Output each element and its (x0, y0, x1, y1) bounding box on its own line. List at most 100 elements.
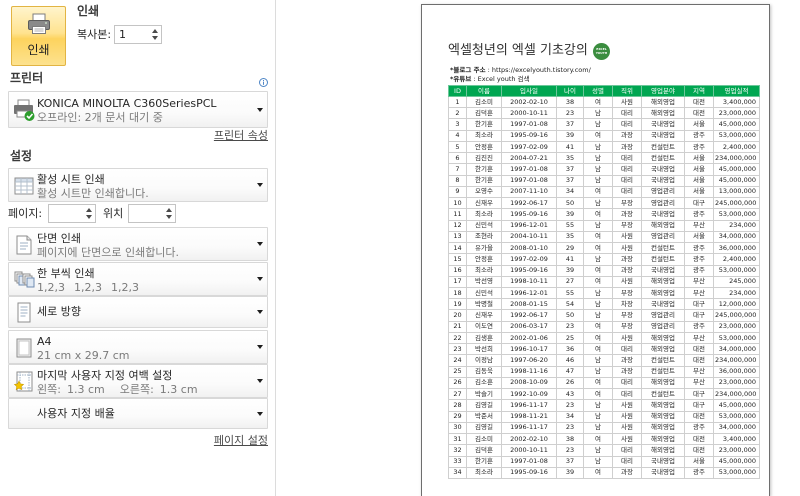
table-row: 1 김소미 2002-02-10 38 여 사원 해외영업 대전 3,400,000 (448, 95, 760, 109)
table-cell: 23,000,000 (713, 444, 760, 457)
table-cell: 서울 (684, 163, 714, 176)
printer-properties-link[interactable]: 프린터 속성 (180, 129, 268, 142)
table-cell: 사원 (612, 410, 642, 423)
table-cell: 남 (583, 309, 613, 322)
collation-dropdown[interactable]: 한 부씩 인쇄 1,2,3 1,2,3 1,2,3 (8, 262, 268, 296)
table-cell: 대리 (612, 455, 642, 468)
table-cell: 21 (448, 320, 467, 333)
table-row: 25 김동욱 1998-11-16 47 남 과장 컨설턴트 부산 36,000,000 (448, 365, 760, 378)
table-row: 4 최소라 1995-09-16 39 여 과장 국내영업 광주 53,000,000 (448, 129, 760, 142)
printer-dropdown[interactable]: KONICA MINOLTA C360SeriesPCL 오프라인: 2개 문서… (8, 91, 268, 128)
table-cell: 41 (556, 140, 584, 154)
table-cell: 김소미 (466, 95, 502, 109)
table-row: 34 최소라 1995-09-16 39 여 과장 국내영업 광주 53,000,000 (448, 466, 760, 479)
table-cell: 2002-01-06 (501, 331, 557, 345)
orientation-dropdown[interactable]: 세로 방향 (8, 296, 268, 328)
pages-from-down-button[interactable] (85, 213, 94, 221)
table-cell: 27 (556, 275, 584, 288)
table-row: 11 최소라 1995-09-16 39 여 과장 국내영업 광주 53,000,000 (448, 208, 760, 221)
pages-to-stepper[interactable] (128, 204, 176, 223)
table-cell: 38 (556, 433, 584, 446)
scaling-dropdown[interactable]: 사용자 지정 배율 (8, 398, 268, 429)
table-cell: 이도연 (466, 320, 502, 333)
table-cell: 부장 (612, 286, 642, 300)
table-cell: 해외영업 (641, 410, 685, 423)
table-cell: 남 (583, 118, 613, 131)
table-cell: 23 (448, 343, 467, 356)
table-cell: 1995-09-16 (501, 208, 557, 221)
table-cell: 1998-11-16 (501, 365, 557, 378)
table-cell: 23 (556, 421, 584, 435)
table-cell: 컨설턴트 (641, 388, 685, 401)
table-cell: 남 (583, 197, 613, 210)
table-cell: 대전 (684, 107, 714, 120)
table-cell: 10 (448, 197, 467, 210)
table-cell: 대구 (684, 388, 714, 401)
table-cell: 대리 (612, 343, 642, 356)
print-what-dropdown[interactable]: 활성 시트 인쇄 활성 시트만 인쇄합니다. (8, 168, 268, 202)
table-row: 27 박슬기 1992-10-09 43 여 대리 컨설턴트 대구 234,000,000 (448, 388, 760, 401)
blog-label: *블로그 주소 (450, 66, 486, 74)
table-cell: 광주 (684, 208, 714, 221)
table-cell: 영업관리 (641, 320, 685, 333)
margins-dropdown[interactable]: 마지막 사용자 지정 여백 설정 왼쪽: 1.3 cm 오른쪽: 1.3 cm (8, 364, 268, 398)
pages-to-down-button[interactable] (165, 213, 174, 221)
table-row: 3 한기훈 1997-01-08 37 남 대리 국내영업 서울 45,000,000 (448, 118, 760, 131)
margin-right-value: 1.3 cm (159, 383, 198, 396)
table-cell: 13 (448, 230, 467, 244)
table-cell: 47 (556, 365, 584, 378)
table-cell: 신민석 (466, 286, 502, 300)
table-cell: 컨설턴트 (641, 140, 685, 154)
table-cell: 대구 (684, 197, 714, 210)
table-cell: 대구 (684, 298, 714, 311)
table-cell: 50 (556, 309, 584, 322)
collation-sequence: 1,2,3 (74, 281, 102, 294)
table-cell: 46 (556, 354, 584, 367)
copies-value[interactable]: 1 (119, 28, 126, 41)
margins-title: 마지막 사용자 지정 여백 설정 (37, 369, 173, 382)
print-button[interactable]: 인쇄 (11, 6, 66, 66)
table-header-cell: 영업실적 (713, 85, 760, 97)
table-cell: 53,000,000 (713, 264, 760, 277)
table-cell: 234,000 (713, 286, 760, 300)
table-cell: 12,000,000 (713, 298, 760, 311)
info-icon[interactable] (259, 72, 268, 87)
table-cell: 남 (583, 152, 613, 165)
page-setup-link[interactable]: 페이지 설정 (180, 434, 268, 447)
table-cell: 사원 (612, 331, 642, 345)
table-cell: 과장 (612, 365, 642, 378)
table-cell: 대전 (684, 343, 714, 356)
table-cell: 245,000,000 (713, 309, 760, 322)
table-cell: 2004-07-21 (501, 152, 557, 165)
pages-from-stepper[interactable] (48, 204, 96, 223)
table-cell: 여 (583, 208, 613, 221)
copies-down-button[interactable] (151, 34, 160, 42)
copies-stepper[interactable]: 1 (114, 25, 162, 44)
chevron-down-icon (257, 183, 263, 187)
table-cell: 4 (448, 129, 467, 142)
table-cell: 2002-02-10 (501, 95, 557, 109)
table-cell: 34,000,000 (713, 343, 760, 356)
table-cell: 39 (556, 264, 584, 277)
table-cell: 대전 (684, 354, 714, 367)
table-cell: 1997-01-08 (501, 118, 557, 131)
table-cell: 광주 (684, 264, 714, 277)
table-cell: 차장 (612, 298, 642, 311)
paper-size-dropdown[interactable]: A4 21 cm x 29.7 cm (8, 330, 268, 364)
table-cell: 남 (583, 399, 613, 412)
table-cell: 34,000,000 (713, 421, 760, 435)
table-cell: 사원 (612, 275, 642, 288)
table-cell: 부장 (612, 320, 642, 333)
table-cell: 남 (583, 410, 613, 423)
table-cell: 여 (583, 433, 613, 446)
table-row: 31 김소미 2002-02-10 38 여 사원 해외영업 대전 3,400,000 (448, 433, 760, 446)
table-cell: 45,000,000 (713, 163, 760, 176)
collation-sequence: 1,2,3 (111, 281, 139, 294)
sides-dropdown[interactable]: 단면 인쇄 페이지에 단면으로 인쇄합니다. (8, 227, 268, 261)
table-cell: 광주 (684, 421, 714, 435)
table-cell: 36,000,000 (713, 365, 760, 378)
table-cell: 9 (448, 185, 467, 199)
logo-text: YOUTH (595, 51, 608, 55)
table-cell: 컨설턴트 (641, 242, 685, 255)
table-cell: 서울 (684, 455, 714, 468)
